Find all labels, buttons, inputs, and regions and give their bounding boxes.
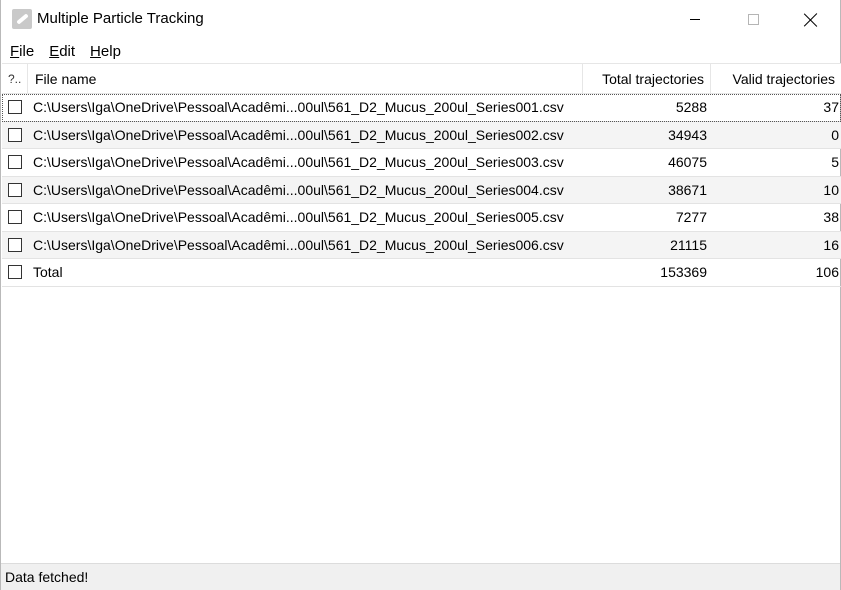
total-trajectories-cell: 34943 <box>668 126 707 143</box>
row-checkbox[interactable] <box>8 182 22 197</box>
file-name-cell: C:\Users\Iga\OneDrive\Pessoal\Acadêmi...… <box>33 181 564 198</box>
maximize-button[interactable] <box>724 0 782 39</box>
minimize-icon <box>690 19 700 20</box>
valid-trajectories-cell: 5 <box>831 154 839 171</box>
total-trajectories-sum: 153369 <box>660 264 707 281</box>
row-checkbox[interactable] <box>8 155 22 170</box>
row-checkbox[interactable] <box>8 127 22 142</box>
close-button[interactable] <box>782 0 840 39</box>
file-name-cell: C:\Users\Iga\OneDrive\Pessoal\Acadêmi...… <box>33 126 564 143</box>
title-bar[interactable]: Multiple Particle Tracking <box>1 0 840 39</box>
status-text: Data fetched! <box>5 569 89 585</box>
close-icon <box>804 13 818 27</box>
table-row[interactable]: C:\Users\Iga\OneDrive\Pessoal\Acadêmi...… <box>2 121 841 149</box>
total-trajectories-cell: 46075 <box>668 154 707 171</box>
maximize-icon <box>747 14 759 25</box>
menu-file-accel: F <box>10 42 20 60</box>
menu-help-rest: elp <box>100 42 121 60</box>
valid-trajectories-cell: 10 <box>823 181 839 198</box>
row-checkbox-cell <box>2 177 28 204</box>
table-row[interactable]: C:\Users\Iga\OneDrive\Pessoal\Acadêmi...… <box>2 94 841 122</box>
table-row[interactable]: C:\Users\Iga\OneDrive\Pessoal\Acadêmi...… <box>2 204 841 232</box>
files-table: ?.. File name Total trajectories Valid t… <box>2 63 841 287</box>
valid-trajectories-cell: 38 <box>823 209 839 226</box>
valid-trajectories-sum: 106 <box>815 264 839 281</box>
row-checkbox-cell <box>2 94 28 121</box>
file-name-cell: C:\Users\Iga\OneDrive\Pessoal\Acadêmi...… <box>33 236 564 253</box>
file-name-cell: C:\Users\Iga\OneDrive\Pessoal\Acadêmi...… <box>33 154 564 171</box>
row-checkbox[interactable] <box>8 237 22 252</box>
menu-help[interactable]: Help <box>90 43 121 60</box>
menu-edit-rest: dit <box>59 42 76 60</box>
app-window: Multiple Particle Tracking File Edit Hel… <box>0 0 841 590</box>
table-row[interactable]: C:\Users\Iga\OneDrive\Pessoal\Acadêmi...… <box>2 149 841 177</box>
menu-file[interactable]: File <box>10 43 34 60</box>
total-label: Total <box>33 264 63 281</box>
window-title: Multiple Particle Tracking <box>37 10 204 27</box>
total-trajectories-cell: 21115 <box>670 236 707 253</box>
total-trajectories-cell: 5288 <box>675 99 707 116</box>
feather-icon <box>12 9 32 29</box>
header-check-column[interactable]: ?.. <box>2 64 28 93</box>
total-row[interactable]: Total 153369 106 <box>2 259 841 287</box>
header-file-name[interactable]: File name <box>28 64 583 93</box>
menu-edit[interactable]: Edit <box>49 43 75 60</box>
menu-file-rest: ile <box>19 42 35 60</box>
file-name-cell: C:\Users\Iga\OneDrive\Pessoal\Acadêmi...… <box>33 209 564 226</box>
valid-trajectories-cell: 0 <box>831 126 839 143</box>
total-trajectories-cell: 7277 <box>675 209 707 226</box>
table-row[interactable]: C:\Users\Iga\OneDrive\Pessoal\Acadêmi...… <box>2 231 841 259</box>
valid-trajectories-cell: 37 <box>823 99 839 116</box>
table-row[interactable]: C:\Users\Iga\OneDrive\Pessoal\Acadêmi...… <box>2 176 841 204</box>
row-checkbox-cell <box>2 259 28 286</box>
total-checkbox[interactable] <box>8 265 22 280</box>
row-checkbox-cell <box>2 122 28 149</box>
menu-help-accel: H <box>90 42 101 60</box>
row-checkbox-cell <box>2 232 28 259</box>
status-bar: Data fetched! <box>1 563 840 590</box>
total-trajectories-cell: 38671 <box>668 181 707 198</box>
file-name-cell: C:\Users\Iga\OneDrive\Pessoal\Acadêmi...… <box>33 99 564 116</box>
valid-trajectories-cell: 16 <box>823 236 839 253</box>
menu-edit-accel: E <box>49 42 60 60</box>
row-checkbox[interactable] <box>8 100 22 115</box>
header-valid-trajectories[interactable]: Valid trajectories <box>711 64 841 93</box>
header-total-trajectories[interactable]: Total trajectories <box>583 64 711 93</box>
row-checkbox-cell <box>2 204 28 231</box>
menu-bar: File Edit Help <box>1 39 840 63</box>
row-checkbox-cell <box>2 149 28 176</box>
row-checkbox[interactable] <box>8 210 22 225</box>
minimize-button[interactable] <box>666 0 724 39</box>
table-header: ?.. File name Total trajectories Valid t… <box>2 63 841 94</box>
